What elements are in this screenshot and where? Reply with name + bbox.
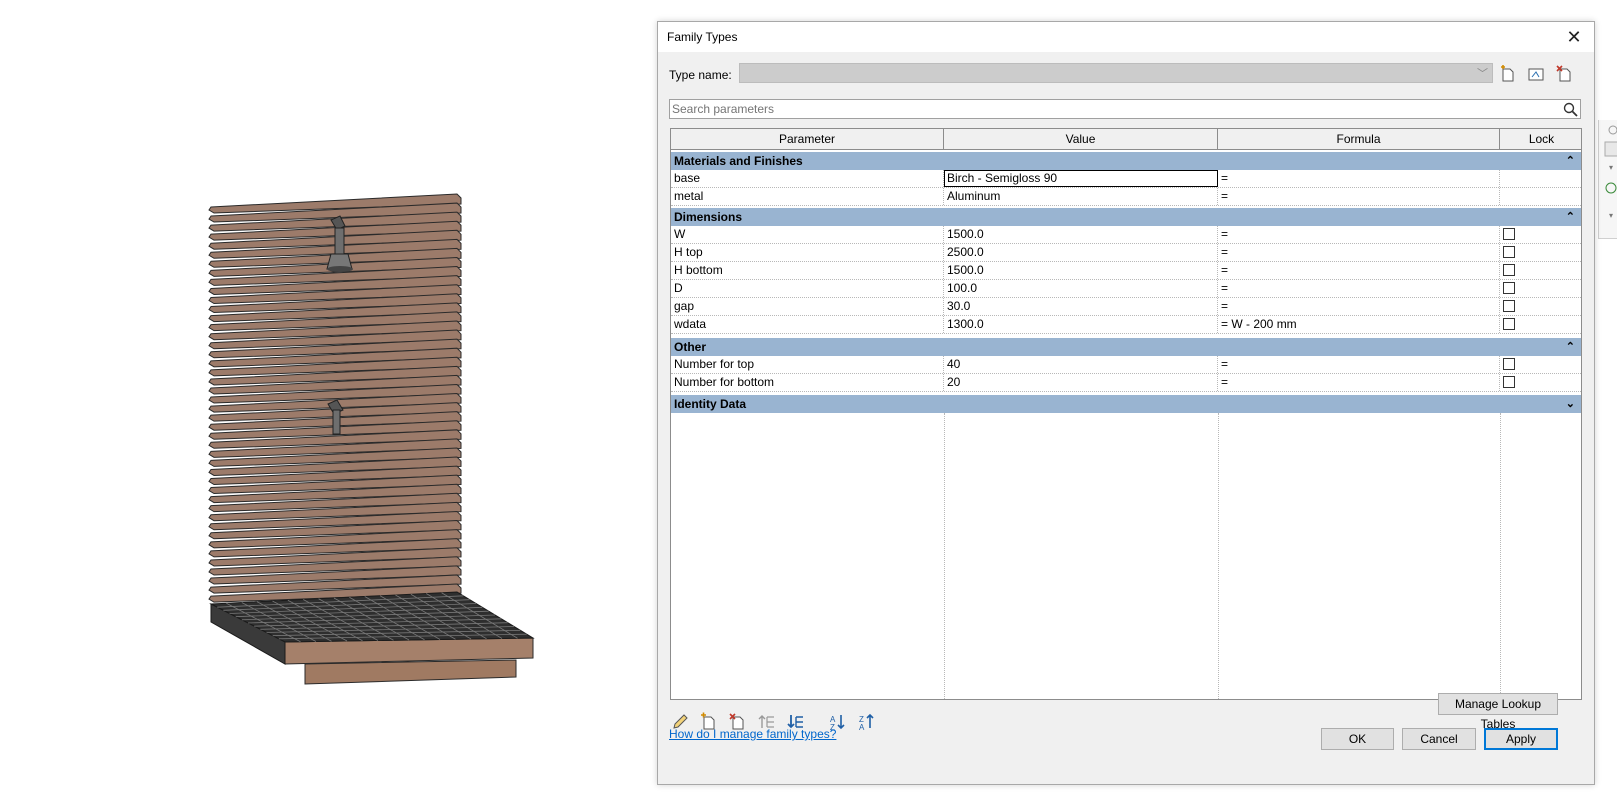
- table-row: D 100.0 =: [671, 280, 1581, 298]
- rename-type-icon: [1528, 68, 1544, 81]
- type-name-dropdown[interactable]: ﹀: [739, 63, 1493, 83]
- view-navigation-bar[interactable]: ▾ ▾: [1598, 120, 1617, 239]
- svg-text:▾: ▾: [1609, 211, 1613, 220]
- lock-checkbox[interactable]: [1503, 376, 1515, 388]
- table-row: gap 30.0 =: [671, 298, 1581, 316]
- search-icon[interactable]: [1562, 101, 1579, 118]
- table-row: Number for bottom 20 =: [671, 374, 1581, 392]
- sort-descending-icon: Z A: [859, 713, 874, 732]
- parameters-grid: Parameter Value Formula Lock Materials a…: [670, 128, 1582, 700]
- shower-base-grate: [209, 591, 535, 685]
- sort-descending-button[interactable]: Z A: [857, 712, 877, 732]
- lock-cell: [1500, 170, 1581, 187]
- group-identity-data[interactable]: Identity Data ⌄: [671, 395, 1581, 413]
- svg-text:A: A: [859, 723, 865, 732]
- param-name: gap: [671, 298, 944, 315]
- param-name: metal: [671, 188, 944, 205]
- collapse-icon[interactable]: ⌃: [1566, 338, 1575, 356]
- table-row: metal Aluminum =: [671, 188, 1581, 206]
- ok-button[interactable]: OK: [1321, 728, 1394, 750]
- lock-checkbox[interactable]: [1503, 282, 1515, 294]
- delete-type-icon: [1556, 65, 1571, 82]
- close-icon: ✕: [1566, 26, 1582, 47]
- formula-cell[interactable]: =: [1218, 280, 1500, 297]
- formula-cell[interactable]: =: [1218, 226, 1500, 243]
- formula-cell[interactable]: =: [1218, 356, 1500, 373]
- family-types-dialog: Family Types ✕ Type name: ﹀ Search param…: [657, 21, 1595, 785]
- column-header-lock[interactable]: Lock: [1500, 129, 1581, 150]
- close-button[interactable]: ✕: [1554, 22, 1594, 52]
- table-row: H top 2500.0 =: [671, 244, 1581, 262]
- lock-cell: [1500, 188, 1581, 205]
- param-name: D: [671, 280, 944, 297]
- table-row: base Birch - Semigloss 90 =: [671, 170, 1581, 188]
- value-cell[interactable]: 20: [944, 374, 1218, 391]
- 3d-viewport[interactable]: [0, 0, 640, 796]
- formula-cell[interactable]: =: [1218, 188, 1500, 205]
- group-dimensions[interactable]: Dimensions ⌃: [671, 208, 1581, 226]
- apply-button[interactable]: Apply: [1484, 728, 1558, 750]
- type-name-label: Type name:: [669, 68, 732, 82]
- delete-type-button[interactable]: [1555, 64, 1575, 84]
- formula-cell[interactable]: = W - 200 mm: [1218, 316, 1500, 333]
- param-name: H bottom: [671, 262, 944, 279]
- lock-checkbox[interactable]: [1503, 300, 1515, 312]
- param-name: base: [671, 170, 944, 187]
- value-cell[interactable]: Birch - Semigloss 90: [944, 170, 1218, 187]
- param-name: Number for top: [671, 356, 944, 373]
- svg-text:▾: ▾: [1609, 163, 1613, 172]
- table-row: W 1500.0 =: [671, 226, 1581, 244]
- group-other[interactable]: Other ⌃: [671, 338, 1581, 356]
- table-row: Number for top 40 =: [671, 356, 1581, 374]
- value-cell[interactable]: 100.0: [944, 280, 1218, 297]
- value-cell[interactable]: 40: [944, 356, 1218, 373]
- base-plinth: [304, 659, 517, 685]
- column-header-value[interactable]: Value: [944, 129, 1218, 150]
- column-divider: [944, 413, 945, 699]
- collapse-icon[interactable]: ⌃: [1566, 208, 1575, 226]
- value-cell[interactable]: 1300.0: [944, 316, 1218, 333]
- formula-cell[interactable]: =: [1218, 170, 1500, 187]
- outdoor-shower-model: [208, 193, 535, 685]
- search-box[interactable]: [669, 99, 1581, 119]
- dialog-titlebar[interactable]: Family Types ✕: [658, 22, 1594, 52]
- formula-cell[interactable]: =: [1218, 244, 1500, 261]
- param-name: Number for bottom: [671, 374, 944, 391]
- column-header-parameter[interactable]: Parameter: [671, 129, 944, 150]
- expand-icon[interactable]: ⌄: [1566, 395, 1575, 413]
- formula-cell[interactable]: =: [1218, 374, 1500, 391]
- value-cell[interactable]: 30.0: [944, 298, 1218, 315]
- value-cell[interactable]: 1500.0: [944, 226, 1218, 243]
- lock-checkbox[interactable]: [1503, 246, 1515, 258]
- table-row: H bottom 1500.0 =: [671, 262, 1581, 280]
- collapse-icon[interactable]: ⌃: [1566, 152, 1575, 170]
- chevron-down-icon: ﹀: [1477, 68, 1488, 80]
- param-name: W: [671, 226, 944, 243]
- cancel-button[interactable]: Cancel: [1402, 728, 1476, 750]
- value-cell[interactable]: Aluminum: [944, 188, 1218, 205]
- lock-checkbox[interactable]: [1503, 228, 1515, 240]
- search-input[interactable]: [670, 100, 1534, 117]
- column-divider: [1218, 413, 1219, 699]
- help-link[interactable]: How do I manage family types?: [669, 727, 836, 741]
- lock-checkbox[interactable]: [1503, 358, 1515, 370]
- lock-checkbox[interactable]: [1503, 318, 1515, 330]
- column-header-formula[interactable]: Formula: [1218, 129, 1500, 150]
- param-name: wdata: [671, 316, 944, 333]
- formula-cell[interactable]: =: [1218, 262, 1500, 279]
- dialog-title: Family Types: [667, 30, 738, 44]
- group-materials-and-finishes[interactable]: Materials and Finishes ⌃: [671, 152, 1581, 170]
- table-row: wdata 1300.0 = W - 200 mm: [671, 316, 1581, 334]
- value-cell[interactable]: 1500.0: [944, 262, 1218, 279]
- lock-checkbox[interactable]: [1503, 264, 1515, 276]
- manage-lookup-tables-button[interactable]: Manage Lookup Tables: [1438, 693, 1558, 731]
- column-divider: [1500, 413, 1501, 699]
- rename-type-button[interactable]: [1526, 64, 1546, 84]
- formula-cell[interactable]: =: [1218, 298, 1500, 315]
- new-type-button[interactable]: [1498, 64, 1518, 84]
- value-cell[interactable]: 2500.0: [944, 244, 1218, 261]
- param-name: H top: [671, 244, 944, 261]
- new-type-icon: [1501, 65, 1514, 82]
